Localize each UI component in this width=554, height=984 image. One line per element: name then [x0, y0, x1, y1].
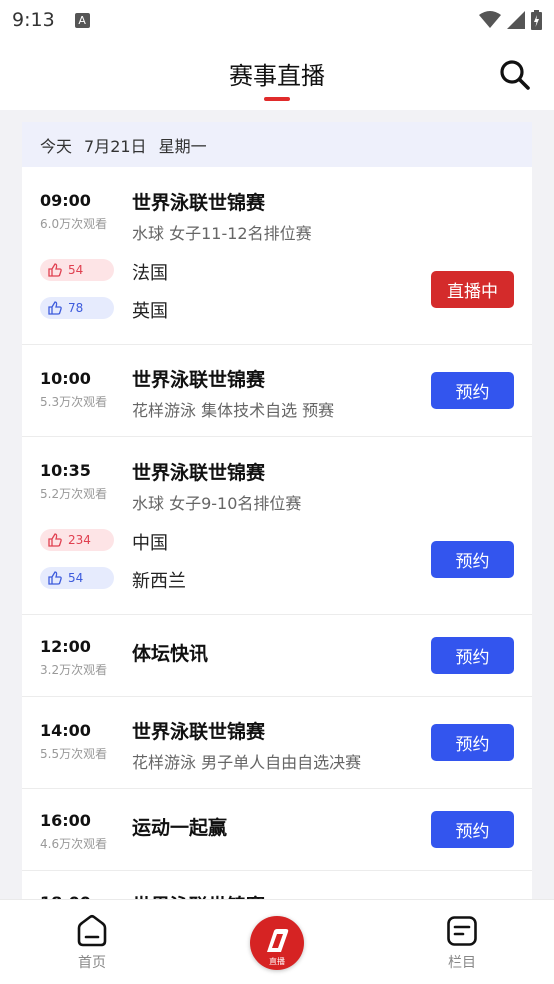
team-name: 新西兰 — [132, 571, 186, 592]
event-name: 世界泳联世锦赛 — [132, 462, 266, 484]
like-button-team-1[interactable]: 234 — [40, 529, 114, 551]
today-label: 今天 — [40, 136, 73, 156]
event-time: 14:00 — [40, 721, 91, 740]
like-button-team-2[interactable]: 54 — [40, 567, 114, 589]
event-views: 6.0万次观看 — [40, 217, 108, 231]
status-bar: 9:13 A — [0, 0, 554, 40]
tab-home[interactable]: 首页 — [62, 914, 122, 972]
status-time: 9:13 — [12, 9, 55, 31]
tab-live-label: 直播 — [269, 956, 285, 966]
event-views: 3.2万次观看 — [40, 663, 108, 677]
team-name: 中国 — [132, 533, 168, 554]
thumbs-up-icon — [48, 571, 62, 585]
like-count: 78 — [68, 301, 84, 315]
date-label: 7月21日 — [84, 136, 147, 156]
event-name: 世界泳联世锦赛 — [132, 369, 266, 391]
reserve-button[interactable]: 预约 — [431, 811, 514, 848]
signal-icon — [507, 11, 525, 29]
event-time: 12:00 — [40, 637, 91, 656]
bottom-tab-bar: 首页 直播 栏目 — [0, 899, 554, 984]
tab-home-label: 首页 — [78, 955, 106, 971]
search-icon[interactable] — [498, 58, 532, 92]
page-title: 赛事直播 — [229, 62, 325, 90]
event-row[interactable]: 18:00 世界泳联世锦赛 — [22, 871, 532, 902]
event-views: 5.2万次观看 — [40, 487, 108, 501]
event-row[interactable]: 09:00 6.0万次观看 世界泳联世锦赛 水球 女子11-12名排位赛 54 … — [22, 167, 532, 345]
event-subtitle: 水球 女子11-12名排位赛 — [132, 224, 312, 243]
event-subtitle: 花样游泳 男子单人自由自选决赛 — [132, 753, 362, 772]
event-time: 10:00 — [40, 369, 91, 388]
app-header: 赛事直播 — [0, 40, 554, 110]
team-name: 法国 — [132, 263, 168, 284]
event-views: 5.5万次观看 — [40, 747, 108, 761]
columns-icon — [447, 916, 477, 946]
live-logo-icon: 直播 — [267, 929, 289, 966]
event-name: 运动一起赢 — [132, 817, 228, 839]
schedule-card: 今天 7月21日 星期一 09:00 6.0万次观看 世界泳联世锦赛 水球 女子… — [22, 122, 532, 902]
notification-icon: A — [74, 12, 90, 28]
event-name: 世界泳联世锦赛 — [132, 192, 266, 214]
event-name: 体坛快讯 — [132, 643, 209, 665]
like-button-team-1[interactable]: 54 — [40, 259, 114, 281]
like-count: 54 — [68, 571, 84, 585]
reserve-button[interactable]: 预约 — [431, 541, 514, 578]
reserve-button[interactable]: 预约 — [431, 637, 514, 674]
event-subtitle: 水球 女子9-10名排位赛 — [132, 494, 302, 513]
title-indicator — [264, 97, 290, 101]
event-time: 10:35 — [40, 461, 91, 480]
date-bar: 今天 7月21日 星期一 — [22, 122, 532, 167]
event-row[interactable]: 10:00 5.3万次观看 世界泳联世锦赛 花样游泳 集体技术自选 预赛 预约 — [22, 345, 532, 437]
event-time: 16:00 — [40, 811, 91, 830]
event-views: 4.6万次观看 — [40, 837, 108, 851]
team-name: 英国 — [132, 301, 168, 322]
reserve-button[interactable]: 预约 — [431, 724, 514, 761]
like-count: 234 — [68, 533, 91, 547]
live-now-button[interactable]: 直播中 — [431, 271, 514, 308]
reserve-button[interactable]: 预约 — [431, 372, 514, 409]
home-icon — [77, 914, 107, 947]
thumbs-up-icon — [48, 301, 62, 315]
event-row[interactable]: 16:00 4.6万次观看 运动一起赢 预约 — [22, 789, 532, 871]
tab-columns[interactable]: 栏目 — [432, 914, 492, 972]
event-subtitle: 花样游泳 集体技术自选 预赛 — [132, 401, 335, 420]
tab-live[interactable]: 直播 — [250, 916, 304, 970]
event-views: 5.3万次观看 — [40, 395, 108, 409]
event-row[interactable]: 10:35 5.2万次观看 世界泳联世锦赛 水球 女子9-10名排位赛 234 … — [22, 437, 532, 615]
event-time: 09:00 — [40, 191, 91, 210]
thumbs-up-icon — [48, 533, 62, 547]
weekday-label: 星期一 — [158, 136, 207, 156]
battery-icon — [531, 10, 542, 30]
event-name: 世界泳联世锦赛 — [132, 721, 266, 743]
event-row[interactable]: 12:00 3.2万次观看 体坛快讯 预约 — [22, 615, 532, 697]
like-button-team-2[interactable]: 78 — [40, 297, 114, 319]
tab-columns-label: 栏目 — [448, 955, 476, 971]
wifi-icon — [479, 11, 501, 28]
event-row[interactable]: 14:00 5.5万次观看 世界泳联世锦赛 花样游泳 男子单人自由自选决赛 预约 — [22, 697, 532, 789]
thumbs-up-icon — [48, 263, 62, 277]
like-count: 54 — [68, 263, 84, 277]
